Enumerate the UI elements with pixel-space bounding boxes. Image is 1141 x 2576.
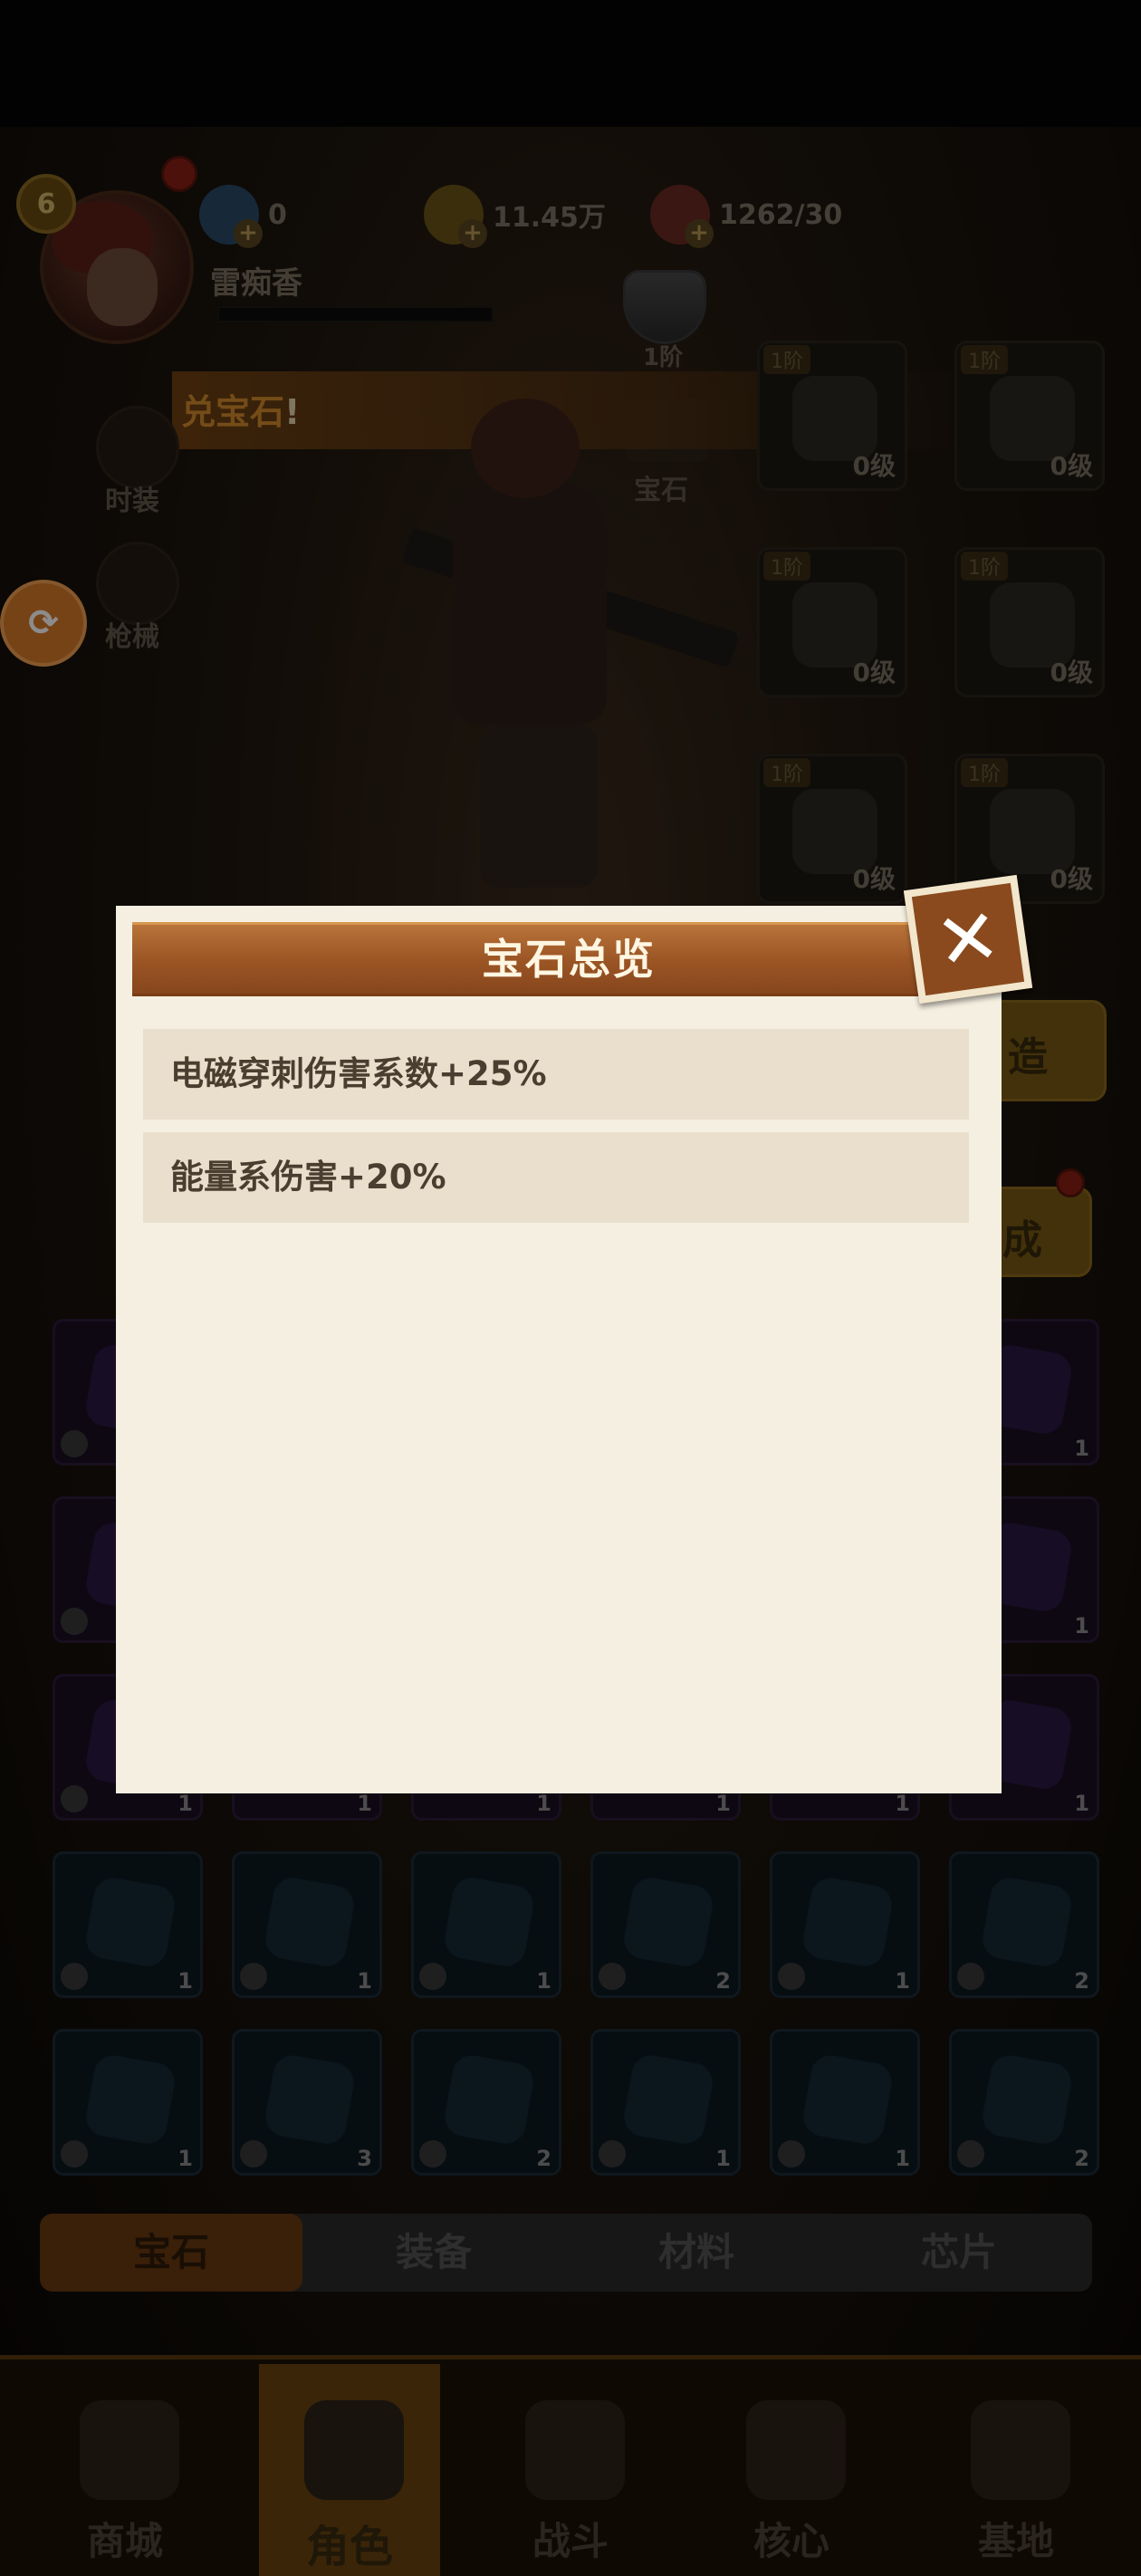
stat-text: 电磁穿刺伤害系数+25% xyxy=(170,1054,547,1093)
game-screen: 6 + 0 + 11.45万 + 1262/30 雷痴香 1阶 宝石 兑宝石! … xyxy=(0,0,1141,2576)
dialog-title: 宝石总览 xyxy=(482,935,656,984)
stat-text: 能量系伤害+20% xyxy=(170,1158,446,1197)
stat-row: 能量系伤害+20% xyxy=(143,1132,969,1223)
stat-row: 电磁穿刺伤害系数+25% xyxy=(143,1029,969,1120)
close-icon: ✕ xyxy=(930,890,1006,988)
close-button[interactable]: ✕ xyxy=(903,874,1033,1004)
